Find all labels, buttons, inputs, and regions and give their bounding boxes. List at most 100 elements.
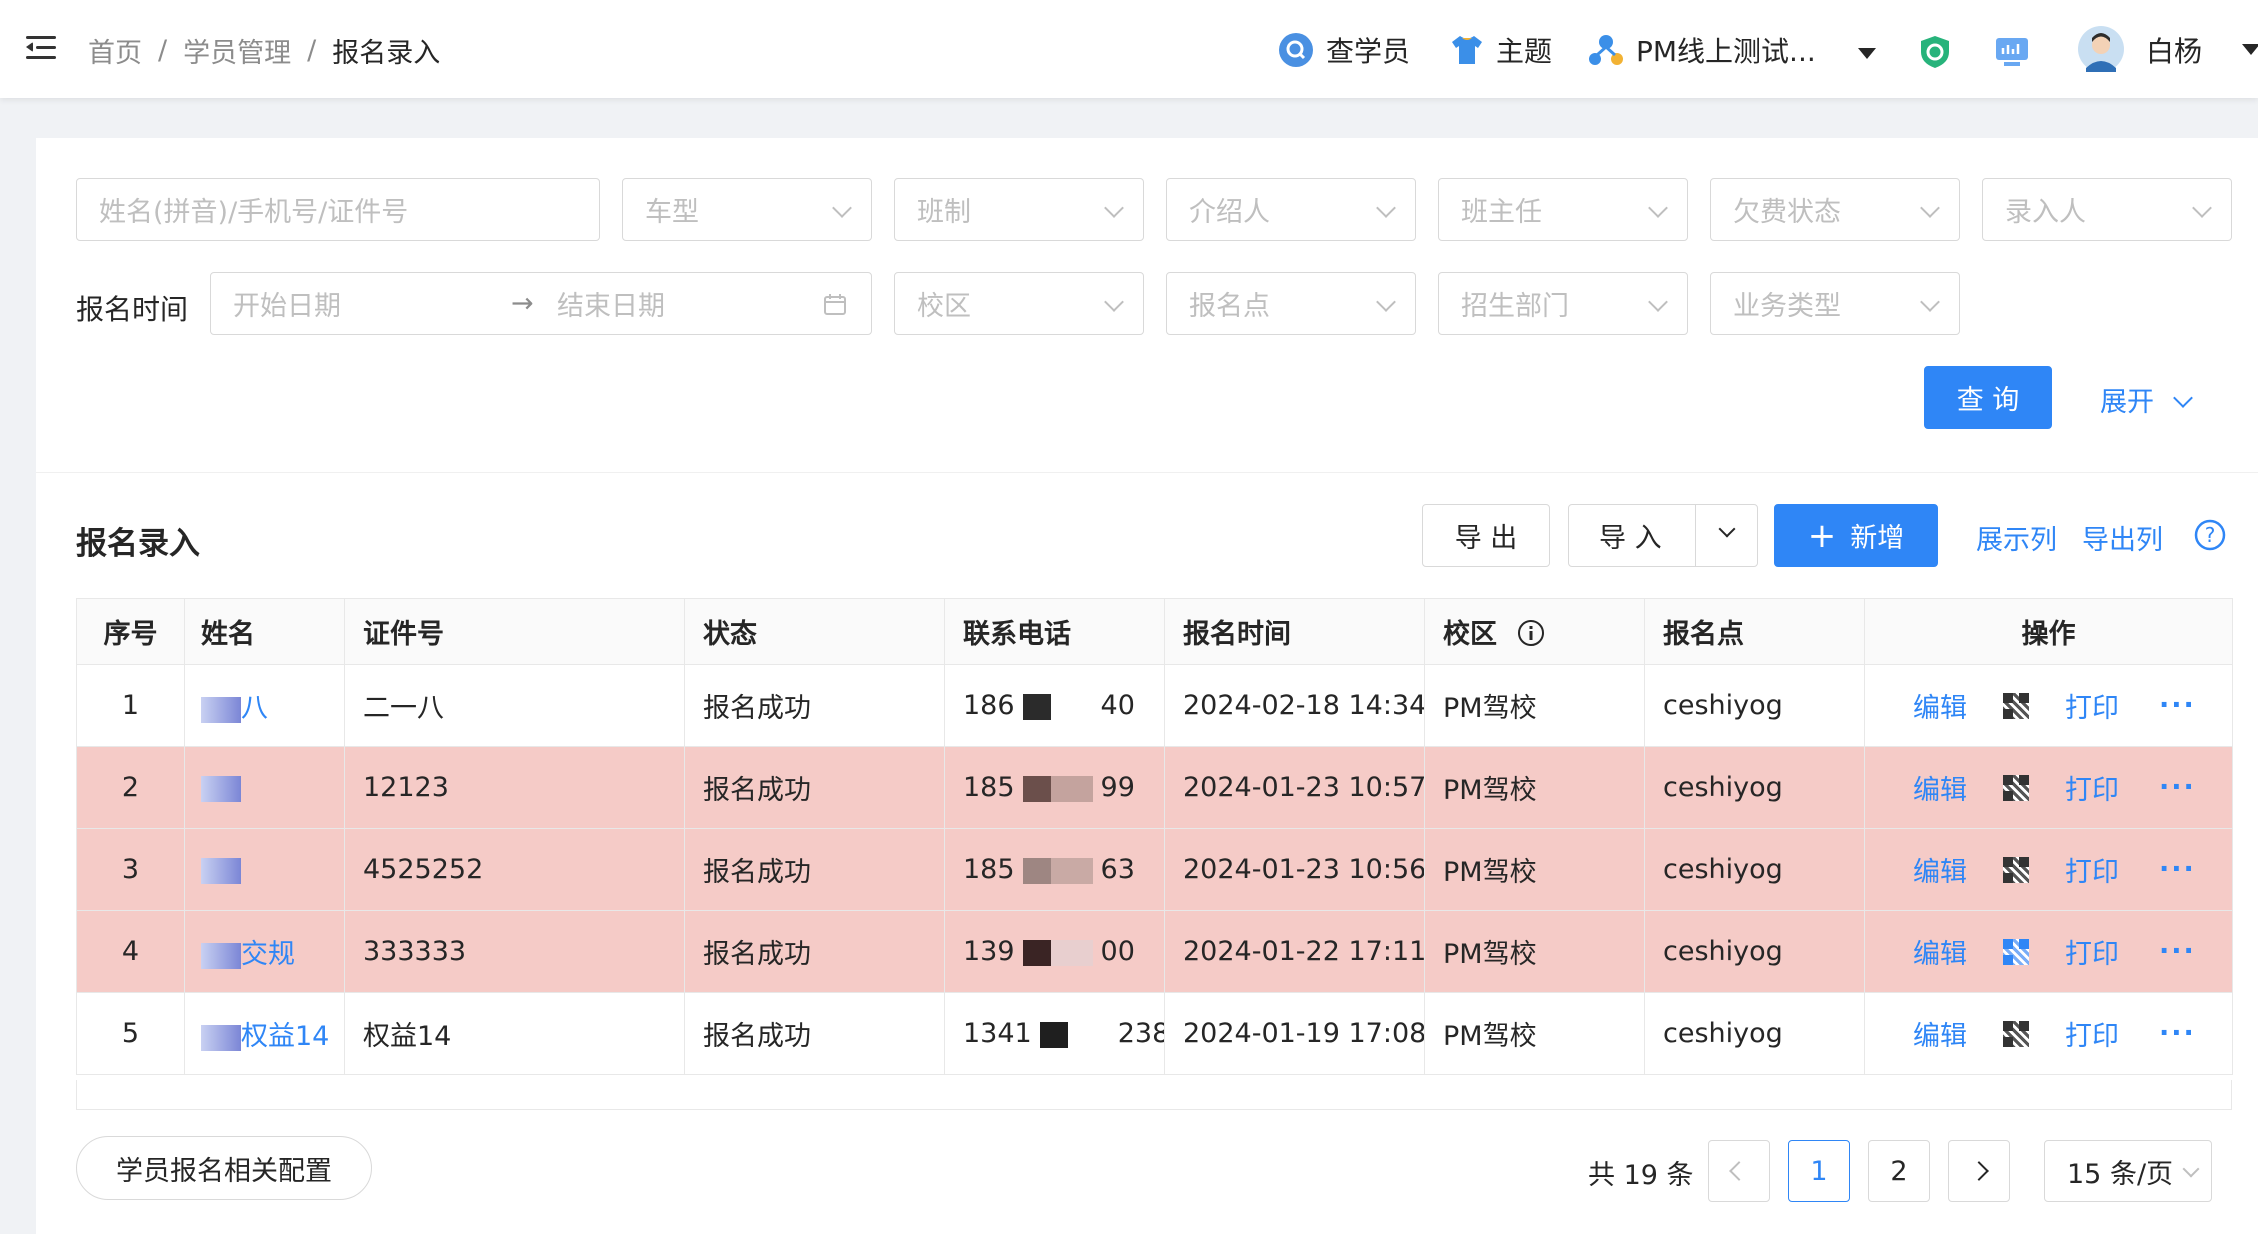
row-actions: 编辑 打印 ··· bbox=[1864, 746, 2233, 829]
row-name-cell: 权益14 bbox=[184, 992, 345, 1075]
entered-by-select[interactable]: 录入人 bbox=[1982, 178, 2232, 241]
print-link[interactable]: 打印 bbox=[2065, 850, 2119, 889]
row-campus: PM驾校 bbox=[1424, 664, 1645, 747]
chevron-down-icon bbox=[832, 198, 852, 218]
biz-type-select[interactable]: 业务类型 bbox=[1710, 272, 1960, 335]
print-link[interactable]: 打印 bbox=[2065, 768, 2119, 807]
show-columns-link[interactable]: 展示列 bbox=[1976, 518, 2057, 557]
edit-link[interactable]: 编辑 bbox=[1913, 1014, 1967, 1053]
date-range-picker[interactable]: 开始日期 → 结束日期 bbox=[210, 272, 872, 335]
row-status: 报名成功 bbox=[684, 828, 945, 911]
help-icon[interactable]: ? bbox=[2194, 519, 2226, 551]
menu-fold-icon[interactable] bbox=[26, 34, 56, 62]
breadcrumb-home[interactable]: 首页 bbox=[88, 31, 142, 70]
calendar-icon bbox=[824, 294, 846, 315]
head-teacher-select[interactable]: 班主任 bbox=[1438, 178, 1688, 241]
chevron-left-icon bbox=[1729, 1161, 1749, 1181]
theme-button[interactable]: 主题 bbox=[1450, 28, 1552, 72]
table-row[interactable]: 2 12123 报名成功 185 99 2024-01-23 10:57 PM驾校… bbox=[76, 746, 2233, 829]
col-signup-point: 报名点 bbox=[1644, 598, 1865, 665]
student-name-link[interactable]: 八 bbox=[241, 693, 268, 724]
avatar[interactable] bbox=[2078, 26, 2124, 72]
row-actions: 编辑 打印 ··· bbox=[1864, 910, 2233, 993]
table-row[interactable]: 3 4525252 报名成功 185 63 2024-01-23 10:56 PM… bbox=[76, 828, 2233, 911]
table-row[interactable]: 5 权益14 权益14 报名成功 1341 238 2024-01-19 17:0… bbox=[76, 992, 2233, 1075]
info-icon[interactable] bbox=[1517, 619, 1545, 647]
qrcode-icon[interactable] bbox=[2003, 774, 2029, 801]
car-type-select[interactable]: 车型 bbox=[622, 178, 872, 241]
row-actions: 编辑 打印 ··· bbox=[1864, 992, 2233, 1075]
row-phone: 186 40 bbox=[944, 664, 1165, 747]
keyword-search-input[interactable]: 姓名(拼音)/手机号/证件号 bbox=[76, 178, 600, 241]
student-name-link[interactable]: 权益14 bbox=[241, 1021, 329, 1052]
referrer-select[interactable]: 介绍人 bbox=[1166, 178, 1416, 241]
prev-page-button[interactable] bbox=[1708, 1140, 1770, 1202]
import-dropdown-icon[interactable] bbox=[1718, 520, 1736, 538]
row-name-cell: 八 bbox=[184, 664, 345, 747]
row-campus: PM驾校 bbox=[1424, 746, 1645, 829]
arrow-right-icon: → bbox=[511, 288, 534, 319]
row-index: 5 bbox=[76, 992, 185, 1075]
row-signup-time: 2024-01-23 10:57 bbox=[1164, 746, 1425, 829]
table-row[interactable]: 4 交规 333333 报名成功 139 00 2024-01-22 17:11 … bbox=[76, 910, 2233, 993]
import-button[interactable]: 导 入 bbox=[1568, 504, 1758, 567]
edit-link[interactable]: 编辑 bbox=[1913, 686, 1967, 725]
chevron-down-icon bbox=[2192, 198, 2212, 218]
row-signup-time: 2024-02-18 14:34 bbox=[1164, 664, 1425, 747]
more-actions-icon[interactable]: ··· bbox=[2159, 1018, 2196, 1049]
export-button[interactable]: 导 出 bbox=[1422, 504, 1550, 567]
add-button[interactable]: + 新增 bbox=[1774, 504, 1938, 567]
screen-monitor-icon[interactable] bbox=[1994, 36, 2030, 68]
export-columns-link[interactable]: 导出列 bbox=[2082, 518, 2163, 557]
row-signup-point: ceshiyog bbox=[1644, 992, 1865, 1075]
user-name[interactable]: 白杨 bbox=[2146, 28, 2202, 72]
print-link[interactable]: 打印 bbox=[2065, 1014, 2119, 1053]
row-signup-point: ceshiyog bbox=[1644, 664, 1865, 747]
shield-icon[interactable] bbox=[1918, 34, 1952, 70]
print-link[interactable]: 打印 bbox=[2065, 932, 2119, 971]
enrollment-table: 序号 姓名 证件号 状态 联系电话 报名时间 校区 报名点 操作 1 八 二一八… bbox=[76, 598, 2233, 1075]
print-link[interactable]: 打印 bbox=[2065, 686, 2119, 725]
row-campus: PM驾校 bbox=[1424, 992, 1645, 1075]
user-dropdown-caret-icon[interactable] bbox=[2242, 44, 2258, 55]
breadcrumb-student-mgmt[interactable]: 学员管理 bbox=[183, 31, 291, 70]
top-header: 首页 / 学员管理 / 报名录入 查学员 主题 PM线上测试... 白杨 bbox=[0, 0, 2258, 98]
search-student-button[interactable]: 查学员 bbox=[1278, 28, 1410, 72]
more-actions-icon[interactable]: ··· bbox=[2159, 690, 2196, 721]
edit-link[interactable]: 编辑 bbox=[1913, 768, 1967, 807]
end-date-input[interactable]: 结束日期 bbox=[557, 284, 665, 323]
edit-link[interactable]: 编辑 bbox=[1913, 932, 1967, 971]
table-header-row: 序号 姓名 证件号 状态 联系电话 报名时间 校区 报名点 操作 bbox=[76, 598, 2233, 665]
qrcode-icon[interactable] bbox=[2003, 692, 2029, 719]
row-signup-point: ceshiyog bbox=[1644, 910, 1865, 993]
page-1-button[interactable]: 1 bbox=[1788, 1140, 1850, 1202]
qrcode-icon[interactable] bbox=[2003, 1020, 2029, 1047]
arrears-status-select[interactable]: 欠费状态 bbox=[1710, 178, 1960, 241]
more-actions-icon[interactable]: ··· bbox=[2159, 936, 2196, 967]
page-2-button[interactable]: 2 bbox=[1868, 1140, 1930, 1202]
campus-select[interactable]: 校区 bbox=[894, 272, 1144, 335]
query-button[interactable]: 查 询 bbox=[1924, 366, 2052, 429]
expand-link[interactable]: 展开 bbox=[2100, 380, 2193, 419]
row-index: 2 bbox=[76, 746, 185, 829]
signup-config-button[interactable]: 学员报名相关配置 bbox=[76, 1136, 372, 1200]
table-row[interactable]: 1 八 二一八 报名成功 186 40 2024-02-18 14:34 PM驾校… bbox=[76, 664, 2233, 747]
chevron-down-icon bbox=[1104, 292, 1124, 312]
chevron-down-icon bbox=[1376, 292, 1396, 312]
recruit-dept-select[interactable]: 招生部门 bbox=[1438, 272, 1688, 335]
more-actions-icon[interactable]: ··· bbox=[2159, 854, 2196, 885]
start-date-input[interactable]: 开始日期 bbox=[233, 284, 341, 323]
next-page-button[interactable] bbox=[1948, 1140, 2010, 1202]
edit-link[interactable]: 编辑 bbox=[1913, 850, 1967, 889]
qrcode-icon[interactable] bbox=[2003, 938, 2029, 965]
more-actions-icon[interactable]: ··· bbox=[2159, 772, 2196, 803]
row-status: 报名成功 bbox=[684, 910, 945, 993]
qrcode-icon[interactable] bbox=[2003, 856, 2029, 883]
row-phone: 185 63 bbox=[944, 828, 1165, 911]
page-size-select[interactable]: 15 条/页 bbox=[2044, 1140, 2212, 1202]
org-switch-button[interactable]: PM线上测试... bbox=[1588, 28, 1816, 72]
student-name-link[interactable]: 交规 bbox=[241, 939, 295, 970]
signup-point-select[interactable]: 报名点 bbox=[1166, 272, 1416, 335]
class-type-select[interactable]: 班制 bbox=[894, 178, 1144, 241]
org-dropdown-caret-icon[interactable] bbox=[1858, 48, 1876, 59]
